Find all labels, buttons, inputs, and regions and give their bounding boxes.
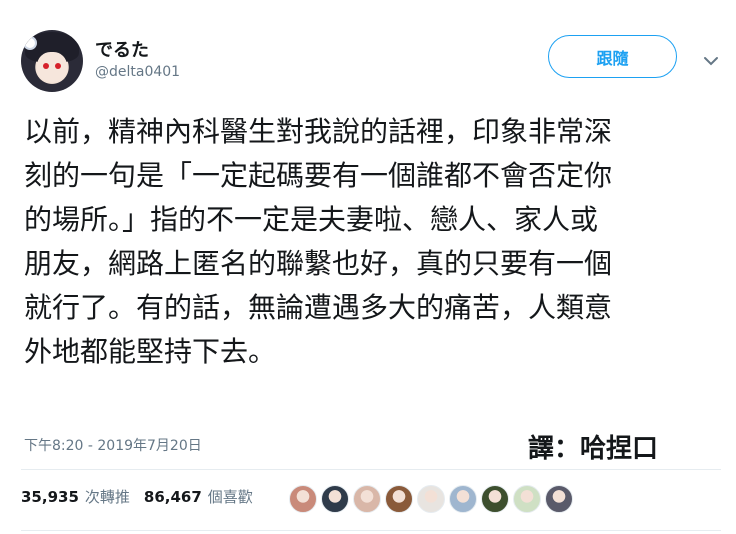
tweet-line: 以前，精神內科醫生對我說的話裡，印象非常深 xyxy=(24,115,613,148)
retweet-label[interactable]: 次轉推 xyxy=(85,486,130,507)
tweet-line: 外地都能堅持下去。 xyxy=(24,335,277,368)
liker-avatar[interactable] xyxy=(321,485,349,513)
liker-avatar[interactable] xyxy=(289,485,317,513)
follow-button[interactable]: 跟隨 xyxy=(548,35,677,78)
tweet-text: 以前，精神內科醫生對我說的話裡，印象非常深 刻的一句是「一定起碼要有一個誰都不會… xyxy=(24,110,714,374)
retweet-count[interactable]: 35,935 xyxy=(21,488,79,506)
liker-avatars xyxy=(289,485,573,513)
avatar-eye-right xyxy=(55,63,61,69)
liker-avatar[interactable] xyxy=(385,485,413,513)
tweet-stats: 35,935 次轉推 86,467 個喜歡 xyxy=(21,486,261,507)
liker-avatar[interactable] xyxy=(449,485,477,513)
translator-credit: 譯：哈捏口 xyxy=(528,434,659,464)
tweet-timestamp[interactable]: 下午8:20 - 2019年7月20日 xyxy=(24,435,202,455)
avatar-eye-left xyxy=(43,63,49,69)
divider xyxy=(21,530,721,531)
liker-avatar[interactable] xyxy=(481,485,509,513)
liker-avatar[interactable] xyxy=(513,485,541,513)
liker-avatar[interactable] xyxy=(417,485,445,513)
profile-avatar[interactable] xyxy=(21,30,83,92)
liker-avatar[interactable] xyxy=(545,485,573,513)
tweet-line: 的場所。」指的不一定是夫妻啦、戀人、家人或 xyxy=(24,203,599,236)
display-name[interactable]: でるた xyxy=(95,36,149,62)
like-label[interactable]: 個喜歡 xyxy=(208,486,253,507)
avatar-face xyxy=(37,52,67,82)
like-count[interactable]: 86,467 xyxy=(144,488,202,506)
user-handle[interactable]: @delta0401 xyxy=(95,64,180,80)
chevron-down-icon[interactable] xyxy=(700,50,722,72)
tweet-line: 朋友，網路上匿名的聯繫也好，真的只要有一個 xyxy=(24,247,613,280)
tweet-line: 刻的一句是「一定起碼要有一個誰都不會否定你 xyxy=(24,159,613,192)
avatar-bow xyxy=(23,36,37,50)
tweet-line: 就行了。有的話，無論遭遇多大的痛苦，人類意 xyxy=(24,291,613,324)
liker-avatar[interactable] xyxy=(353,485,381,513)
divider xyxy=(21,469,721,470)
